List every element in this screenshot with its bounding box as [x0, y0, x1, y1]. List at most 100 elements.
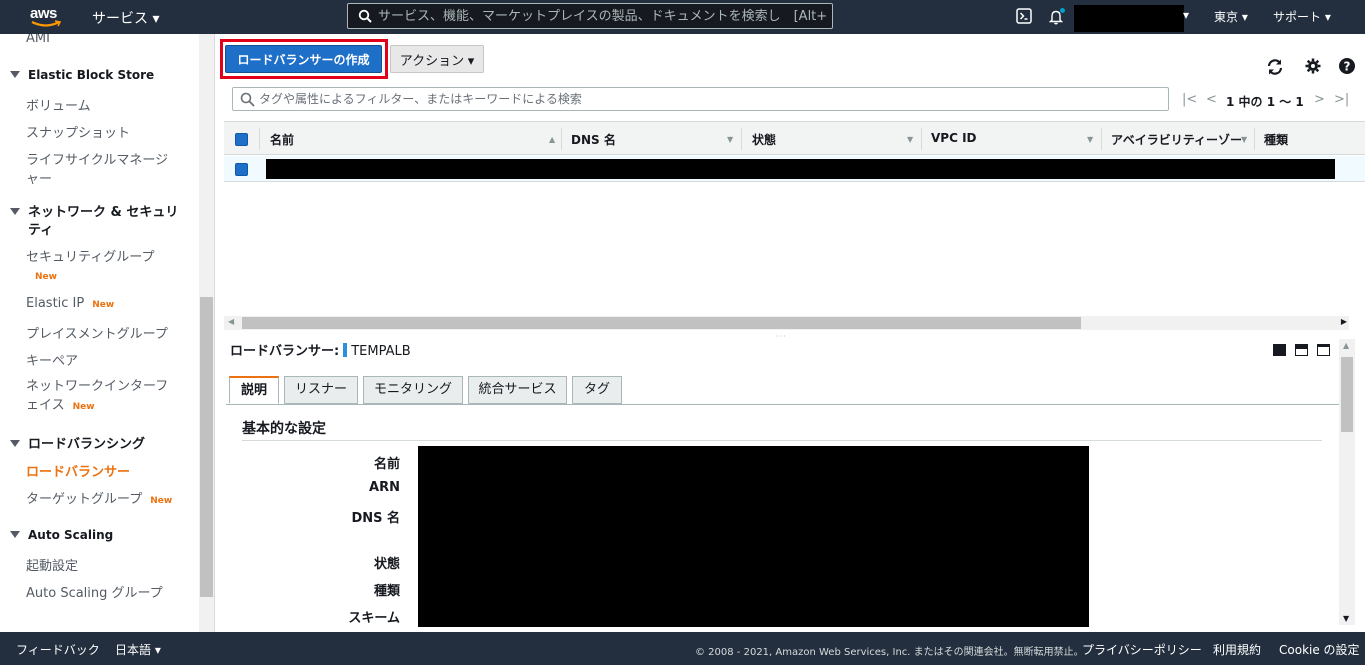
sidebar-item-ami[interactable]: AMI [26, 34, 50, 46]
detail-title-name: TEMPALB [351, 344, 411, 359]
actions-dropdown[interactable]: アクション ▾ [390, 45, 484, 73]
sidebar-item-label: ャー [26, 172, 53, 187]
table-scrollbar-thumb[interactable] [242, 317, 1081, 329]
tab-monitoring[interactable]: モニタリング [363, 376, 463, 404]
sidebar-item-load-balancers[interactable]: ロードバランサー [26, 461, 130, 480]
aws-logo[interactable]: aws [30, 3, 64, 31]
detail-scrollbar[interactable]: ▲ ▼ [1339, 339, 1355, 625]
sidebar-item-elastic-ip[interactable]: Elastic IP New [26, 296, 114, 311]
language-selector[interactable]: 日本語 ▾ [115, 641, 161, 658]
sidebar-section-network[interactable]: ネットワーク & セキュリ ティ [10, 204, 178, 240]
sidebar-section-label: Elastic Block Store [28, 68, 155, 82]
table-horizontal-scrollbar[interactable]: ◀ ▶ [224, 316, 1349, 330]
last-page-icon[interactable]: >| [1334, 92, 1349, 107]
main-content: ロードバランサーの作成 アクション ▾ ? |< < 1 中の 1 ～ 1 > … [216, 34, 1365, 632]
sidebar-item-security-groups[interactable]: セキュリティグループ New [26, 249, 154, 286]
cloudshell-icon[interactable] [1016, 8, 1032, 28]
sidebar-scrollbar-thumb[interactable] [200, 297, 213, 597]
row-checkbox[interactable] [235, 163, 248, 176]
sidebar-item-auto-scaling-groups[interactable]: Auto Scaling グループ [26, 582, 163, 601]
column-header-name[interactable]: 名前 [270, 131, 294, 148]
global-search[interactable] [347, 3, 833, 29]
sidebar-section-load-balancing[interactable]: ロードバランシング [10, 433, 145, 452]
search-icon [358, 9, 372, 27]
split-view-icon[interactable] [1295, 344, 1308, 356]
bell-icon[interactable] [1048, 8, 1066, 30]
svg-text:?: ? [1344, 60, 1351, 74]
sidebar-item-snapshots[interactable]: スナップショット [26, 122, 130, 141]
maximize-bottom-icon[interactable] [1273, 344, 1286, 356]
collapse-triangle-icon [10, 208, 20, 215]
first-page-icon[interactable]: |< [1182, 92, 1197, 107]
scroll-up-icon[interactable]: ▲ [1343, 341, 1349, 350]
refresh-icon[interactable] [1266, 58, 1284, 80]
region-menu[interactable]: 東京 ▾ [1214, 8, 1248, 25]
sort-icon[interactable]: ▼ [727, 135, 733, 144]
scroll-down-icon[interactable]: ▼ [1343, 614, 1349, 623]
column-header-vpc[interactable]: VPC ID [931, 131, 977, 145]
account-menu-redacted[interactable] [1074, 5, 1184, 32]
support-menu[interactable]: サポート ▾ [1273, 8, 1331, 25]
sort-icon[interactable]: ▼ [1087, 135, 1093, 144]
field-label-dns: DNS 名 [351, 511, 400, 526]
next-page-icon[interactable]: > [1314, 92, 1325, 107]
privacy-policy-link[interactable]: プライバシーポリシー [1082, 641, 1202, 658]
search-icon [240, 92, 255, 111]
sidebar-section-auto-scaling[interactable]: Auto Scaling [10, 528, 113, 542]
tab-tags[interactable]: タグ [572, 376, 622, 404]
maximize-top-icon[interactable] [1317, 344, 1330, 356]
prev-page-icon[interactable]: < [1206, 92, 1217, 107]
sidebar-item-target-groups[interactable]: ターゲットグループ New [26, 488, 172, 507]
sidebar-item-lifecycle[interactable]: ライフサイクルマネージ ャー [26, 149, 168, 187]
column-divider [259, 128, 260, 150]
table-row[interactable] [224, 156, 1365, 182]
sidebar-item-key-pairs[interactable]: キーペア [26, 350, 78, 369]
resize-handle-icon[interactable]: ··· [776, 332, 787, 341]
scroll-right-icon[interactable]: ▶ [1341, 317, 1347, 326]
field-label-type: 種類 [373, 584, 400, 599]
filter-input[interactable] [259, 91, 1159, 107]
tab-listeners[interactable]: リスナー [284, 376, 358, 404]
column-divider [561, 128, 562, 150]
column-header-az[interactable]: アベイラビリティーゾー [1111, 131, 1242, 148]
field-label-name: 名前 [373, 457, 400, 472]
column-header-dns[interactable]: DNS 名 [571, 131, 616, 148]
tab-description[interactable]: 説明 [229, 376, 279, 404]
new-badge: New [92, 300, 115, 310]
sidebar-item-network-interfaces[interactable]: ネットワークインターフ ェイス New [26, 377, 168, 417]
redacted-row-content [266, 159, 1335, 179]
services-menu[interactable]: サービス ▾ [92, 8, 159, 28]
redacted-detail-values [418, 446, 1089, 627]
detail-scrollbar-thumb[interactable] [1341, 357, 1353, 432]
column-divider [741, 128, 742, 150]
cookie-settings-link[interactable]: Cookie の設定 [1279, 641, 1360, 658]
terms-link[interactable]: 利用規約 [1213, 641, 1261, 658]
sidebar-item-label: Elastic IP [26, 296, 85, 311]
sidebar-section-label: Auto Scaling [28, 528, 114, 542]
column-header-type[interactable]: 種類 [1264, 131, 1288, 148]
feedback-link[interactable]: フィードバック [16, 641, 100, 658]
sort-asc-icon[interactable]: ▲ [549, 135, 555, 144]
filter-box[interactable] [232, 87, 1169, 111]
sidebar-section-label: ティ [28, 223, 54, 238]
sidebar-section-label: ロードバランシング [28, 437, 146, 452]
column-header-state[interactable]: 状態 [752, 131, 776, 148]
sort-icon[interactable]: ▼ [1241, 135, 1247, 144]
scroll-left-icon[interactable]: ◀ [228, 317, 234, 326]
sort-icon[interactable]: ▼ [907, 135, 913, 144]
column-divider [1101, 128, 1102, 150]
help-icon[interactable]: ? [1339, 58, 1355, 78]
select-all-checkbox[interactable] [235, 133, 248, 146]
account-menu-caret[interactable]: ▾ [1183, 8, 1189, 22]
gear-icon[interactable] [1305, 58, 1321, 78]
sidebar-scrollbar[interactable] [199, 34, 214, 632]
create-load-balancer-button[interactable]: ロードバランサーの作成 [225, 45, 382, 73]
sidebar-section-ebs[interactable]: Elastic Block Store [10, 68, 154, 82]
sidebar-item-label: ターゲットグループ [26, 492, 143, 507]
tab-integrated-services[interactable]: 統合サービス [468, 376, 567, 404]
sidebar: AMI Elastic Block Store ボリューム スナップショット ラ… [0, 34, 215, 632]
global-search-input[interactable] [378, 7, 828, 25]
sidebar-item-placement-groups[interactable]: プレイスメントグループ [26, 323, 168, 342]
sidebar-item-volumes[interactable]: ボリューム [26, 95, 91, 114]
sidebar-item-launch-configurations[interactable]: 起動設定 [26, 555, 78, 574]
